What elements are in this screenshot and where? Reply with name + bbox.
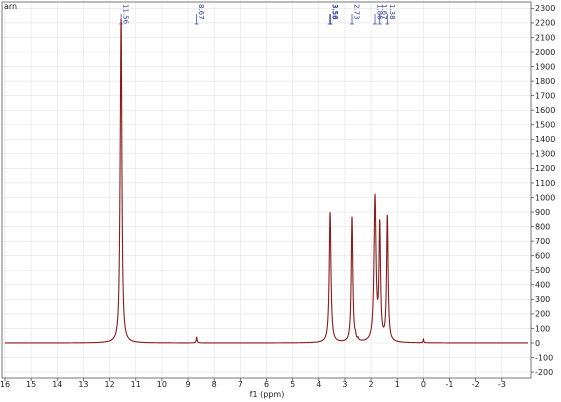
corner-label: arn (4, 2, 17, 11)
y-tick-label: 0 (535, 339, 540, 348)
y-tick-label: 900 (535, 208, 550, 217)
y-tick-label: 2100 (535, 33, 555, 42)
x-tick-label: 3 (342, 380, 347, 389)
x-tick-label: 0 (421, 380, 426, 389)
y-tick-label: 1500 (535, 121, 555, 130)
y-tick-label: 1100 (535, 179, 555, 188)
x-tick-label: 6 (264, 380, 269, 389)
y-tick-label: 1700 (535, 91, 555, 100)
peak-label: 11.56 (122, 4, 130, 25)
x-tick-label: 4 (316, 380, 321, 389)
y-tick-label: 700 (535, 237, 550, 246)
x-tick-label: 7 (238, 380, 243, 389)
x-tick-label: -1 (446, 380, 454, 389)
x-tick-label: 10 (157, 380, 167, 389)
y-tick-label: 400 (535, 281, 550, 290)
x-tick-label: -2 (472, 380, 480, 389)
y-tick-label: 200 (535, 310, 550, 319)
peak-label: 2.73 (353, 4, 361, 20)
x-tick-label: 1 (395, 380, 400, 389)
x-axis-title: f1 (ppm) (250, 390, 285, 399)
y-tick-label: 100 (535, 324, 550, 333)
x-tick-label: 16 (0, 380, 10, 389)
x-tick-label: 5 (290, 380, 295, 389)
plot-background (0, 0, 561, 402)
y-tick-label: 300 (535, 295, 550, 304)
y-tick-label: 2000 (535, 48, 555, 57)
x-tick-label: 2 (369, 380, 374, 389)
nmr-spectrum-chart: 11.56 8.67 3.583.56 2.73 1.861.67 1.38 -200-1… (0, 0, 561, 402)
x-tick-label: 13 (78, 380, 88, 389)
x-tick-label: 8 (212, 380, 217, 389)
y-tick-label: 1200 (535, 164, 555, 173)
y-tick-label: -200 (535, 368, 553, 377)
peak-label: 8.67 (197, 4, 205, 20)
y-tick-label: 500 (535, 266, 550, 275)
y-tick-label: 1300 (535, 150, 555, 159)
y-tick-label: 800 (535, 222, 550, 231)
y-tick-label: 2200 (535, 19, 555, 28)
y-tick-label: 1900 (535, 62, 555, 71)
x-tick-label: 14 (52, 380, 62, 389)
peak-label: 3.56 (331, 4, 339, 20)
y-tick-label: -100 (535, 353, 553, 362)
x-tick-label: 11 (131, 380, 141, 389)
x-tick-label: 9 (186, 380, 191, 389)
x-tick-label: 15 (26, 380, 36, 389)
x-tick-label: 12 (105, 380, 115, 389)
peak-label: 1.38 (388, 4, 396, 20)
x-tick-label: -3 (498, 380, 506, 389)
y-tick-label: 1000 (535, 193, 555, 202)
y-tick-label: 1400 (535, 135, 555, 144)
y-tick-label: 1600 (535, 106, 555, 115)
y-tick-label: 2300 (535, 4, 555, 13)
y-tick-label: 1800 (535, 77, 555, 86)
y-tick-label: 600 (535, 252, 550, 261)
